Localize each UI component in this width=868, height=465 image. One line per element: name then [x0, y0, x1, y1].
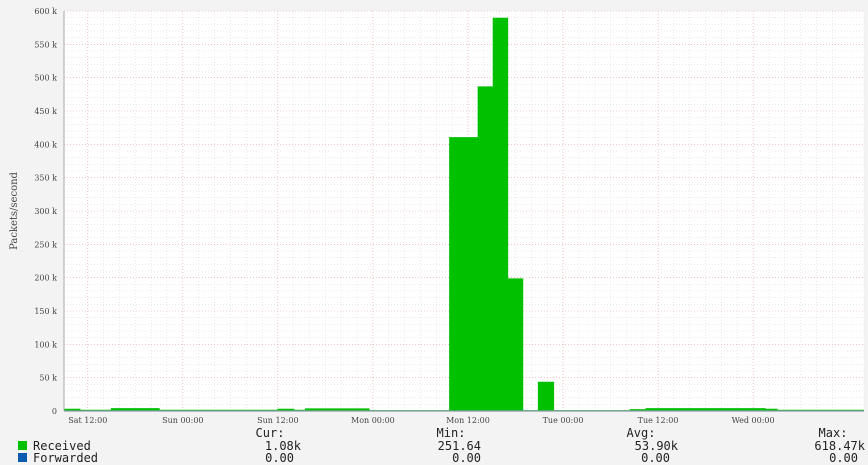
y-tick-label: 150 k [34, 307, 57, 316]
y-axis-label: Packets/second [9, 171, 20, 249]
y-tick-label: 0 [52, 407, 57, 416]
x-tick-label: Sat 12:00 [68, 416, 107, 425]
y-tick-label: 200 k [34, 274, 57, 283]
legend-swatch-forwarded [18, 453, 27, 462]
x-tick-label: Mon 12:00 [446, 416, 490, 425]
y-tick-label: 550 k [34, 40, 57, 49]
legend-swatch-received [18, 441, 27, 450]
legend-header-min: Min: [437, 426, 466, 440]
y-tick-label: 100 k [34, 340, 57, 349]
packets-chart: 0 50 k 100 k 150 k 200 k 250 k 300 k 350 k 400 k… [9, 7, 866, 465]
y-tick-label: 450 k [34, 107, 57, 116]
legend-label-forwarded: Forwarded [33, 451, 98, 465]
x-tick-label: Sun 00:00 [162, 416, 203, 425]
legend-min-forwarded: 0.00 [452, 451, 481, 465]
legend-header-avg: Avg: [627, 426, 656, 440]
x-tick-label: Wed 00:00 [732, 416, 775, 425]
legend-cur-forwarded: 0.00 [265, 451, 294, 465]
legend-header-max: Max: [819, 426, 848, 440]
y-tick-label: 500 k [34, 74, 57, 83]
y-tick-label: 600 k [34, 7, 57, 16]
y-tick-label: 300 k [34, 207, 57, 216]
y-tick-label: 250 k [34, 240, 57, 249]
legend-avg-forwarded: 0.00 [641, 451, 670, 465]
y-tick-label: 400 k [34, 140, 57, 149]
legend-header-cur: Cur: [256, 426, 285, 440]
x-tick-label: Tue 00:00 [543, 416, 584, 425]
x-tick-label: Tue 12:00 [638, 416, 679, 425]
x-tick-label: Sun 12:00 [257, 416, 298, 425]
y-tick-labels: 0 50 k 100 k 150 k 200 k 250 k 300 k 350 k 400 k… [34, 7, 57, 416]
x-tick-label: Mon 00:00 [351, 416, 395, 425]
x-tick-labels: Sat 12:00 Sun 00:00 Sun 12:00 Mon 00:00 Mon … [68, 416, 774, 425]
y-tick-label: 350 k [34, 174, 57, 183]
legend-max-forwarded: 0.00 [829, 451, 858, 465]
legend: Cur: Min: Avg: Max: Received 1.08k 251.6… [18, 426, 866, 465]
y-tick-label: 50 k [39, 374, 57, 383]
